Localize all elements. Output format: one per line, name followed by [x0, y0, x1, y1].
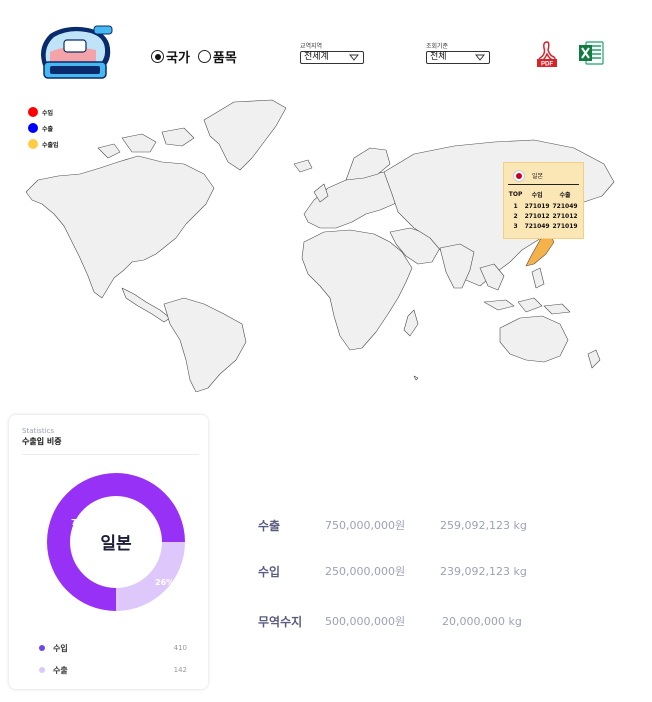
legend-both-dot: [28, 139, 38, 149]
central-america-region: [121, 287, 171, 323]
view-mode-radio-group: 국가 품목: [151, 47, 241, 66]
donut-legend-export-dot: [39, 667, 45, 673]
slice-label-export: 26%: [155, 578, 174, 587]
legend-export-dot: [28, 123, 38, 133]
donut-legend: 수입 410 수출 142: [39, 637, 187, 681]
donut-center-label: 일본: [100, 534, 132, 554]
table-row: 1 271019 721049: [508, 201, 579, 211]
tooltip-col-export: 수출: [559, 192, 571, 199]
world-map[interactable]: [14, 92, 639, 392]
region-select-label: 교역지역: [300, 43, 323, 50]
legend-import-label: 수입: [42, 109, 54, 117]
donut-legend-import: 수입 410: [39, 637, 187, 659]
summary-weight: 259,092,123 kg: [440, 518, 527, 532]
card-subtitle: Statistics: [22, 427, 54, 435]
radio-country-indicator[interactable]: [151, 50, 164, 63]
greenland-region: [203, 99, 287, 171]
table-row: 3 721049 271019: [508, 221, 579, 231]
basis-select-group: 조회기준 전체: [426, 41, 490, 64]
table-cell: 721049: [524, 222, 550, 230]
summary-weight: 20,000,000 kg: [442, 614, 522, 628]
app-logo: [41, 25, 113, 79]
region-select-value: 전세계: [304, 52, 329, 62]
country-tooltip: 일본 TOP 수입 수출 1 271019 721049 2 271012 27…: [503, 162, 584, 239]
tooltip-col-top: TOP: [508, 191, 523, 198]
donut-legend-export: 수출 142: [39, 659, 187, 681]
chevron-down-icon: [349, 54, 359, 61]
summary-label: 수출: [258, 518, 281, 533]
summary-amount: 250,000,000원: [325, 565, 406, 578]
legend-export-label: 수출: [42, 125, 54, 133]
pdf-icon-text: PDF: [541, 62, 553, 68]
table-cell: 1: [513, 202, 518, 210]
donut-legend-import-label: 수입: [53, 643, 68, 653]
tooltip-table: TOP 수입 수출 1 271019 721049 2 271012 27101…: [508, 188, 579, 231]
summary-label: 무역수지: [258, 614, 303, 629]
table-cell: 721049: [552, 202, 578, 210]
legend-import: 수입: [28, 104, 59, 120]
tooltip-table-header: TOP 수입 수출: [508, 188, 579, 201]
donut-legend-export-label: 수출: [53, 665, 68, 675]
summary-label: 수입: [258, 564, 281, 579]
summary-amount: 750,000,000원: [325, 519, 406, 532]
slice-label-import: 75%: [71, 518, 90, 527]
legend-both: 수출입: [28, 136, 59, 152]
summary-weight: 239,092,123 kg: [440, 564, 527, 578]
card-title: 수출입 비중: [22, 437, 62, 446]
region-select-group: 교역지역 전세계: [300, 41, 364, 64]
radio-country[interactable]: 국가: [151, 47, 190, 66]
legend-both-label: 수출입: [42, 141, 59, 149]
donut-legend-export-value: 142: [173, 666, 187, 674]
donut-legend-import-value: 410: [173, 644, 187, 652]
radio-item-indicator[interactable]: [197, 50, 211, 63]
radio-country-label: 국가: [166, 51, 190, 66]
north-america-region: [25, 155, 215, 299]
legend-import-dot: [28, 107, 38, 117]
table-row: 2 271012 271012: [508, 211, 579, 221]
tooltip-header: 일본: [508, 167, 579, 185]
donut-legend-import-dot: [39, 645, 45, 651]
summary-row-balance: 무역수지 500,000,000원 20,000,000 kg: [258, 613, 558, 629]
pdf-download-icon[interactable]: PDF: [536, 40, 558, 68]
summary-row-export: 수출 750,000,000원 259,092,123 kg: [258, 517, 558, 533]
excel-download-icon[interactable]: [578, 40, 604, 66]
summary-row-import: 수입 250,000,000원 239,092,123 kg: [258, 563, 558, 579]
table-cell: 3: [513, 222, 518, 230]
chevron-down-icon: [475, 54, 485, 61]
table-cell: 271012: [552, 212, 578, 220]
basis-select[interactable]: 전체: [426, 51, 490, 64]
table-cell: 271019: [524, 202, 550, 210]
summary-amount: 500,000,000원: [325, 615, 406, 628]
table-cell: 271019: [552, 222, 578, 230]
australia-region: [499, 315, 569, 363]
radio-item-label: 품목: [212, 51, 237, 66]
south-america-region: [163, 297, 247, 392]
basis-select-label: 조회기준: [426, 43, 449, 50]
africa-region: [301, 229, 413, 351]
stats-card: Statistics 수출입 비중 일본 75% 26% 수입 410 수출 1…: [8, 414, 209, 690]
table-cell: 271012: [524, 212, 550, 220]
table-cell: 2: [513, 212, 518, 220]
tooltip-country: 일본: [532, 173, 544, 180]
japan-flag-icon: [513, 169, 525, 182]
legend-export: 수출: [28, 120, 59, 136]
basis-select-value: 전체: [430, 52, 447, 62]
map-legend: 수입 수출 수출입: [28, 104, 59, 152]
radio-item[interactable]: 품목: [197, 47, 237, 66]
tooltip-col-import: 수입: [531, 192, 543, 199]
card-divider: [22, 454, 199, 455]
donut-chart: 일본 75% 26%: [47, 473, 185, 611]
region-select[interactable]: 전세계: [300, 51, 364, 64]
